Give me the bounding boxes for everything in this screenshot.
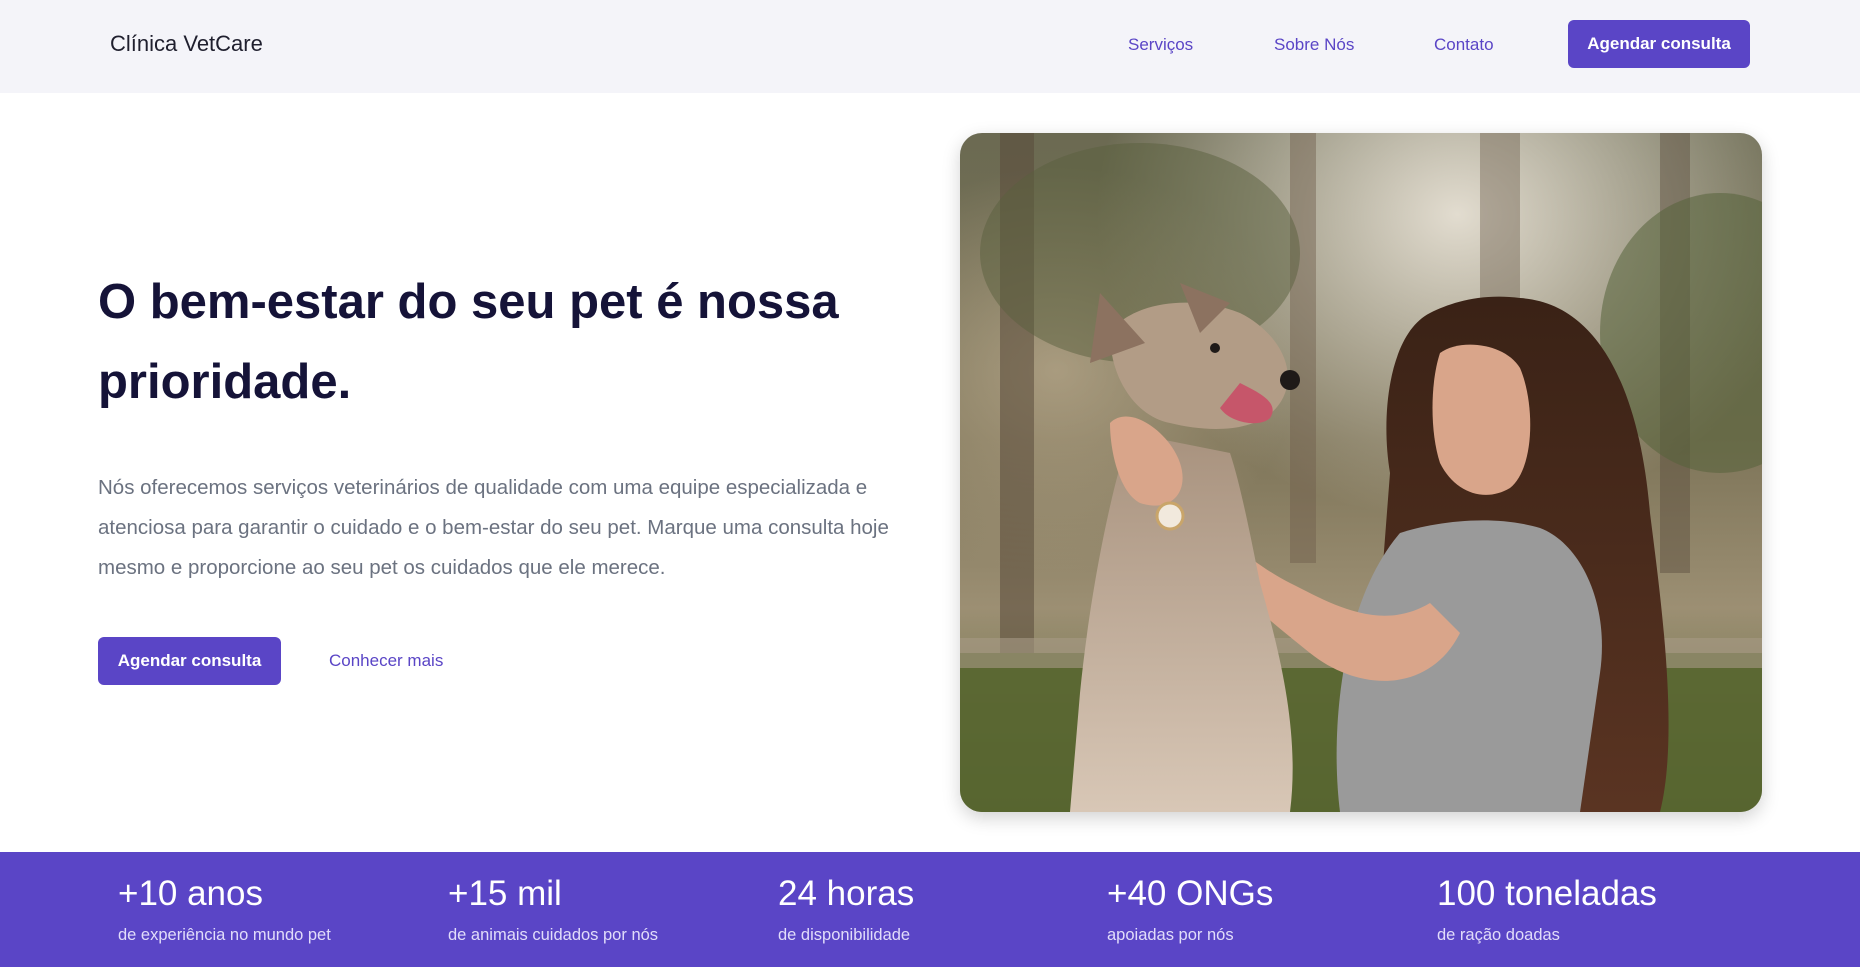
stat-label: de ração doadas [1437,926,1560,944]
stat-animals: +15 mil de animais cuidados por nós [448,874,658,945]
hero-schedule-button[interactable]: Agendar consulta [98,637,281,685]
hero-title: O bem-estar do seu pet é nossa prioridad… [98,275,839,409]
stat-value: +40 ONGs [1107,874,1274,913]
stat-value: 100 toneladas [1437,874,1657,913]
stat-availability: 24 horas de disponibilidade [778,874,914,945]
stat-value: +15 mil [448,874,562,913]
stats-bar: +10 anos de experiência no mundo pet +15… [0,852,1860,967]
header-schedule-button[interactable]: Agendar consulta [1568,20,1750,68]
nav-link-about[interactable]: Sobre Nós [1274,35,1354,55]
site-header: Clínica VetCare Serviços Sobre Nós Conta… [0,0,1860,93]
nav-link-services[interactable]: Serviços [1128,35,1193,55]
stat-food-donated: 100 toneladas de ração doadas [1437,874,1657,945]
stat-label: de experiência no mundo pet [118,926,331,944]
nav-link-contact[interactable]: Contato [1434,35,1494,55]
stat-label: de disponibilidade [778,926,911,944]
stat-ngos: +40 ONGs apoiadas por nós [1107,874,1273,945]
stat-experience: +10 anos de experiência no mundo pet [118,874,331,945]
stat-label: apoiadas por nós [1107,926,1234,944]
hero-description: Nós oferecemos serviços veterinários de … [98,476,889,579]
learn-more-link[interactable]: Conhecer mais [329,651,443,671]
stat-label: de animais cuidados por nós [448,926,659,944]
brand-logo-text[interactable]: Clínica VetCare [110,31,263,57]
stat-value: +10 anos [118,874,263,913]
hero-photo-woman-with-dog [960,133,1762,812]
stat-value: 24 horas [778,874,915,913]
